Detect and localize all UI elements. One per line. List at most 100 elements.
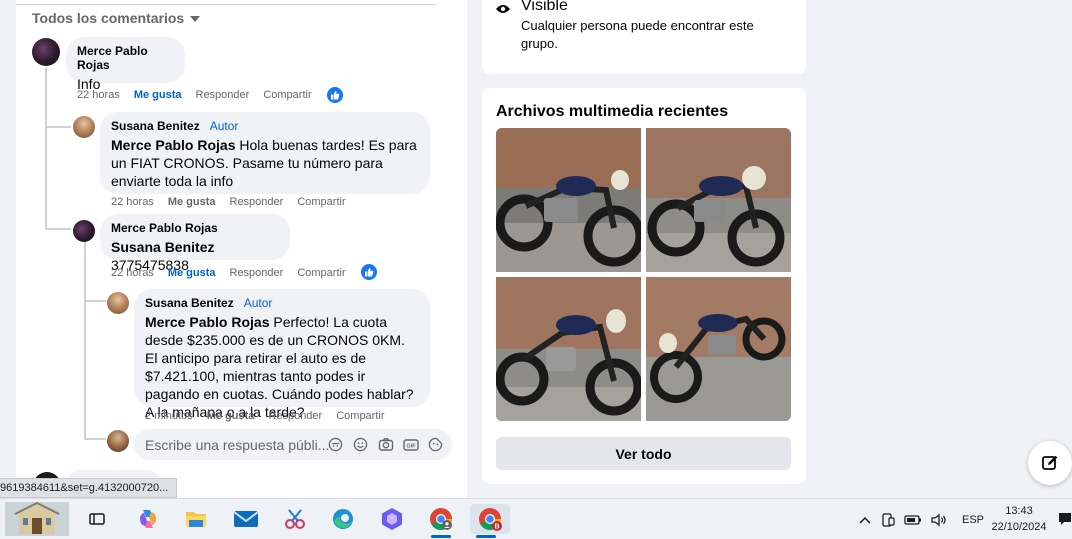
- avatar[interactable]: [73, 116, 95, 138]
- link-status-url: 9619384611&set=g.4132000720...: [0, 478, 178, 498]
- motorcycle-photo: [646, 128, 791, 272]
- snipping-tool-icon[interactable]: [279, 504, 311, 534]
- like-button[interactable]: Me gusta: [134, 89, 182, 101]
- reply-tools: GIF: [327, 436, 444, 453]
- reply-placeholder: Escribe una respuesta públi...: [145, 436, 330, 453]
- comment-text: Merce Pablo Rojas Hola buenas tardes! Es…: [111, 136, 418, 190]
- chrome-profile-icon[interactable]: B: [470, 504, 510, 538]
- battery-icon[interactable]: [904, 513, 922, 527]
- comment-bubble: Susana Benitez Autor Merce Pablo Rojas H…: [100, 112, 430, 194]
- like-button[interactable]: Me gusta: [207, 410, 255, 422]
- author-name[interactable]: Susana Benitez: [111, 119, 200, 133]
- comment-sort-dropdown[interactable]: Todos los comentarios: [32, 10, 201, 26]
- comment-author[interactable]: Merce Pablo Rojas: [77, 44, 173, 72]
- privacy-card: Visible Cualquier persona puede encontra…: [482, 0, 806, 74]
- widgets-icon[interactable]: [4, 502, 70, 536]
- sticker-icon[interactable]: [427, 436, 444, 453]
- comment-sort-label: Todos los comentarios: [32, 10, 185, 26]
- author-name[interactable]: Merce Pablo Rojas: [111, 221, 218, 235]
- system-tray: ESP: [858, 499, 984, 539]
- comment-time[interactable]: 22 horas: [111, 267, 154, 279]
- reply-button[interactable]: Responder: [268, 410, 322, 422]
- thread-line: [45, 68, 47, 228]
- author-name[interactable]: Susana Benitez: [145, 296, 234, 310]
- thread-line: [84, 438, 106, 440]
- emoji-icon[interactable]: [352, 436, 369, 453]
- share-button[interactable]: Compartir: [297, 267, 345, 279]
- clock-time: 13:43: [1005, 505, 1033, 517]
- privacy-description: Cualquier persona puede encontrar este g…: [521, 18, 754, 51]
- like-button[interactable]: Me gusta: [168, 196, 216, 208]
- comment-time[interactable]: 22 horas: [77, 89, 120, 101]
- recent-media-card: Archivos multimedia recientes Ver todo: [482, 88, 806, 484]
- comment-bubble: Merce Pablo Rojas Susana Benitez 3775475…: [100, 214, 290, 273]
- share-button[interactable]: Compartir: [263, 89, 311, 101]
- reply-button[interactable]: Responder: [230, 267, 284, 279]
- motorcycle-photo: [646, 277, 791, 421]
- share-button[interactable]: Compartir: [297, 196, 345, 208]
- thread-line: [84, 242, 86, 438]
- comment-time[interactable]: 22 horas: [111, 196, 154, 208]
- comment-author: Merce Pablo Rojas: [111, 221, 278, 235]
- edge-icon[interactable]: [327, 504, 359, 534]
- reply-input[interactable]: Escribe una respuesta públi... GIF: [134, 429, 452, 460]
- file-explorer-icon[interactable]: [180, 504, 212, 534]
- comment-author: Susana Benitez Autor: [145, 296, 418, 310]
- thread-line: [45, 228, 71, 230]
- reply-button[interactable]: Responder: [196, 89, 250, 101]
- camera-icon[interactable]: [377, 436, 394, 453]
- my-avatar[interactable]: [107, 430, 129, 452]
- avatar[interactable]: [73, 220, 95, 242]
- avatar-sticker-icon[interactable]: [327, 436, 344, 453]
- comment-text: Merce Pablo Rojas Perfecto! La cuota des…: [145, 313, 418, 421]
- see-all-button[interactable]: Ver todo: [496, 437, 791, 470]
- comment-actions: 22 horas Me gusta Responder Compartir: [77, 89, 312, 101]
- divider: [16, 4, 436, 5]
- mention-link[interactable]: Merce Pablo Rojas: [111, 137, 236, 153]
- copilot-icon[interactable]: [132, 504, 164, 534]
- volume-icon[interactable]: [930, 513, 948, 527]
- motorcycle-photo: [496, 277, 641, 421]
- task-view-icon[interactable]: [81, 504, 113, 534]
- thread-line: [84, 300, 106, 302]
- svg-text:B: B: [494, 524, 499, 531]
- media-thumbnail[interactable]: [646, 128, 791, 272]
- like-reaction-icon[interactable]: [327, 87, 343, 103]
- taskbar-clock[interactable]: 13:43 22/10/2024: [986, 503, 1052, 535]
- mention-link[interactable]: Susana Benitez: [111, 239, 214, 255]
- notifications-icon[interactable]: [1058, 504, 1072, 534]
- author-badge: Autor: [209, 119, 239, 133]
- privacy-title: Visible: [521, 0, 568, 14]
- avatar[interactable]: [32, 38, 60, 66]
- share-button[interactable]: Compartir: [336, 410, 384, 422]
- chrome-icon[interactable]: [425, 504, 457, 538]
- windows-taskbar: B ESP 13:43 22/10/2024: [0, 498, 1072, 539]
- media-thumbnail[interactable]: [496, 128, 641, 272]
- mention-link[interactable]: Merce Pablo Rojas: [145, 314, 270, 330]
- thread-line: [45, 126, 71, 128]
- comment-actions: 22 horas Me gusta Responder Compartir: [111, 267, 346, 279]
- media-title: Archivos multimedia recientes: [496, 103, 729, 120]
- chevron-up-icon[interactable]: [858, 515, 872, 525]
- input-language[interactable]: ESP: [962, 514, 984, 526]
- new-message-button[interactable]: [1028, 441, 1072, 485]
- reply-button[interactable]: Responder: [230, 196, 284, 208]
- svg-text:GIF: GIF: [406, 443, 416, 449]
- comment-actions: 22 horas Me gusta Responder Compartir: [111, 196, 346, 208]
- phone-link-icon[interactable]: [880, 512, 896, 528]
- comment-bubble: Susana Benitez Autor Merce Pablo Rojas P…: [134, 289, 430, 420]
- like-button[interactable]: Me gusta: [168, 267, 216, 279]
- author-badge: Autor: [243, 296, 273, 310]
- eye-icon: [496, 5, 510, 13]
- comment-actions: 2 minutos Me gusta Responder Compartir: [145, 410, 385, 422]
- like-reaction-icon[interactable]: [361, 264, 377, 280]
- author-name[interactable]: Merce Pablo Rojas: [77, 44, 173, 72]
- motorcycle-photo: [496, 128, 641, 272]
- gif-icon[interactable]: GIF: [402, 436, 419, 453]
- media-thumbnail[interactable]: [646, 277, 791, 421]
- mail-icon[interactable]: [230, 504, 262, 534]
- comment-time[interactable]: 2 minutos: [145, 410, 193, 422]
- media-thumbnail[interactable]: [496, 277, 641, 421]
- avatar[interactable]: [107, 292, 129, 314]
- copilot-app-icon[interactable]: [376, 504, 408, 534]
